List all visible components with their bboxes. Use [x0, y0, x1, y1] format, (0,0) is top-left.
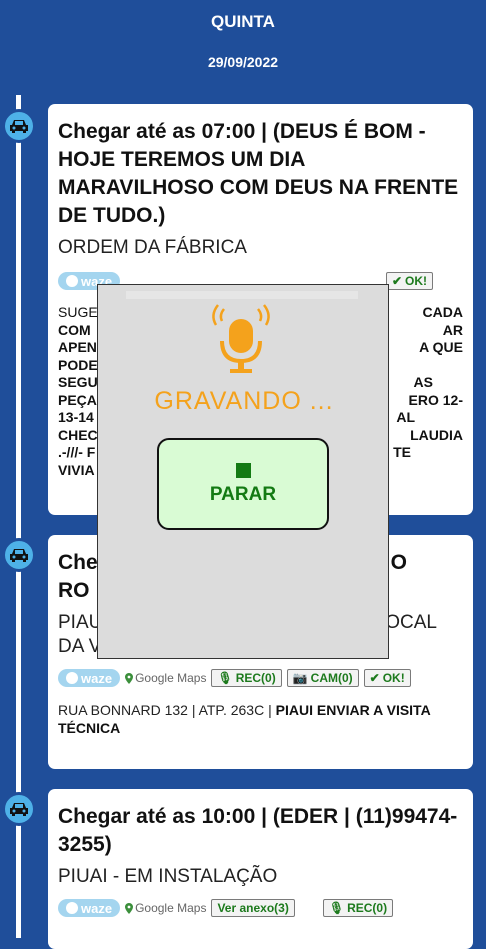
- ok-button[interactable]: ✔ OK!: [363, 669, 411, 687]
- note-line: SUGE: [58, 304, 98, 320]
- visit-subtitle: ORDEM DA FÁBRICA: [58, 237, 247, 258]
- visit-title: Che: [58, 551, 98, 574]
- dialog-title-bar: [126, 291, 358, 299]
- check-icon: ✔: [369, 671, 380, 685]
- visit-subtitle: PIUAI - EM INSTALAÇÃO: [58, 866, 278, 887]
- visit-card: Chegar até as 10:00 | (EDER | (11)99474-…: [48, 789, 473, 949]
- note-line: COM: [58, 321, 91, 338]
- microphone-icon: [212, 304, 270, 373]
- note-line: CHEC: [58, 426, 98, 443]
- note-line: AL: [396, 409, 415, 425]
- note-line: SEGU: [58, 374, 98, 390]
- waze-label: waze: [81, 670, 113, 686]
- waze-icon: [66, 275, 78, 287]
- view-attachments-button[interactable]: Ver anexo(3): [211, 899, 295, 917]
- note-line: ERO 12-: [408, 391, 463, 408]
- note-line: PEÇA: [58, 391, 97, 408]
- microphone-icon: 🎙: [217, 671, 233, 685]
- rec-button[interactable]: 🎙 REC(0): [322, 899, 394, 917]
- ok-button[interactable]: ✔ OK!: [385, 272, 433, 290]
- google-maps-button[interactable]: Google Maps: [125, 901, 206, 915]
- header-date: 29/09/2022: [207, 54, 279, 70]
- google-maps-label: Google Maps: [135, 671, 207, 685]
- check-icon: ✔: [391, 274, 402, 288]
- recording-status: GRAVANDO ...: [154, 387, 334, 415]
- visit-title: O: [390, 551, 407, 574]
- camera-icon: 📷: [292, 671, 308, 685]
- visit-title: Chegar até as 07:00 | (DEUS É BOM - HOJE…: [58, 120, 459, 227]
- recording-dialog: GRAVANDO ... PARAR: [97, 284, 389, 659]
- note-line: CADA: [422, 304, 463, 320]
- note-line: AR: [442, 321, 463, 338]
- stop-recording-button[interactable]: PARAR: [157, 438, 329, 530]
- note-line: APEN: [58, 339, 97, 355]
- map-pin-icon: [125, 902, 134, 914]
- note-line: TE: [393, 444, 411, 460]
- microphone-icon: 🎙: [328, 901, 345, 915]
- note-line: A QUE: [419, 339, 463, 355]
- note-line: LAUDIA: [410, 426, 463, 443]
- cam-label: CAM(0): [310, 671, 353, 685]
- note-line: PODE: [58, 356, 98, 373]
- camera-button[interactable]: 📷 CAM(0): [286, 669, 359, 687]
- waze-icon: [66, 902, 78, 914]
- header-day: QUINTA: [211, 12, 275, 31]
- ok-label: OK!: [382, 671, 405, 685]
- stop-label: PARAR: [209, 483, 277, 505]
- stop-icon: [235, 462, 251, 478]
- google-maps-label: Google Maps: [135, 901, 207, 915]
- car-icon: [2, 792, 36, 826]
- note-line: AS: [413, 374, 433, 390]
- visit-address: RUA BONNARD 132 | ATP. 263C | PIAUI ENVI…: [58, 701, 463, 737]
- waze-icon: [66, 672, 78, 684]
- car-icon: [2, 109, 36, 143]
- note-line: .-///- F: [58, 444, 96, 460]
- visit-subtitle: PIAU: [58, 612, 103, 633]
- rec-button[interactable]: 🎙 REC(0): [211, 669, 282, 687]
- note-line: 13-14: [58, 409, 94, 425]
- address-text: RUA BONNARD 132 | ATP. 263C |: [58, 702, 272, 718]
- visit-subtitle: OCAL: [385, 612, 437, 633]
- rec-label: REC(0): [235, 671, 276, 685]
- waze-button[interactable]: waze: [58, 669, 121, 687]
- note-line: VIVIA: [58, 461, 95, 478]
- car-icon: [2, 538, 36, 572]
- visit-title: Chegar até as 10:00 | (EDER | (11)99474-…: [58, 805, 458, 856]
- waze-button[interactable]: waze: [58, 899, 121, 917]
- attachments-label: Ver anexo(3): [217, 901, 289, 915]
- rec-label: REC(0): [347, 901, 388, 915]
- map-pin-icon: [125, 672, 134, 684]
- ok-label: OK!: [405, 274, 427, 288]
- waze-label: waze: [81, 900, 113, 916]
- google-maps-button[interactable]: Google Maps: [125, 671, 206, 685]
